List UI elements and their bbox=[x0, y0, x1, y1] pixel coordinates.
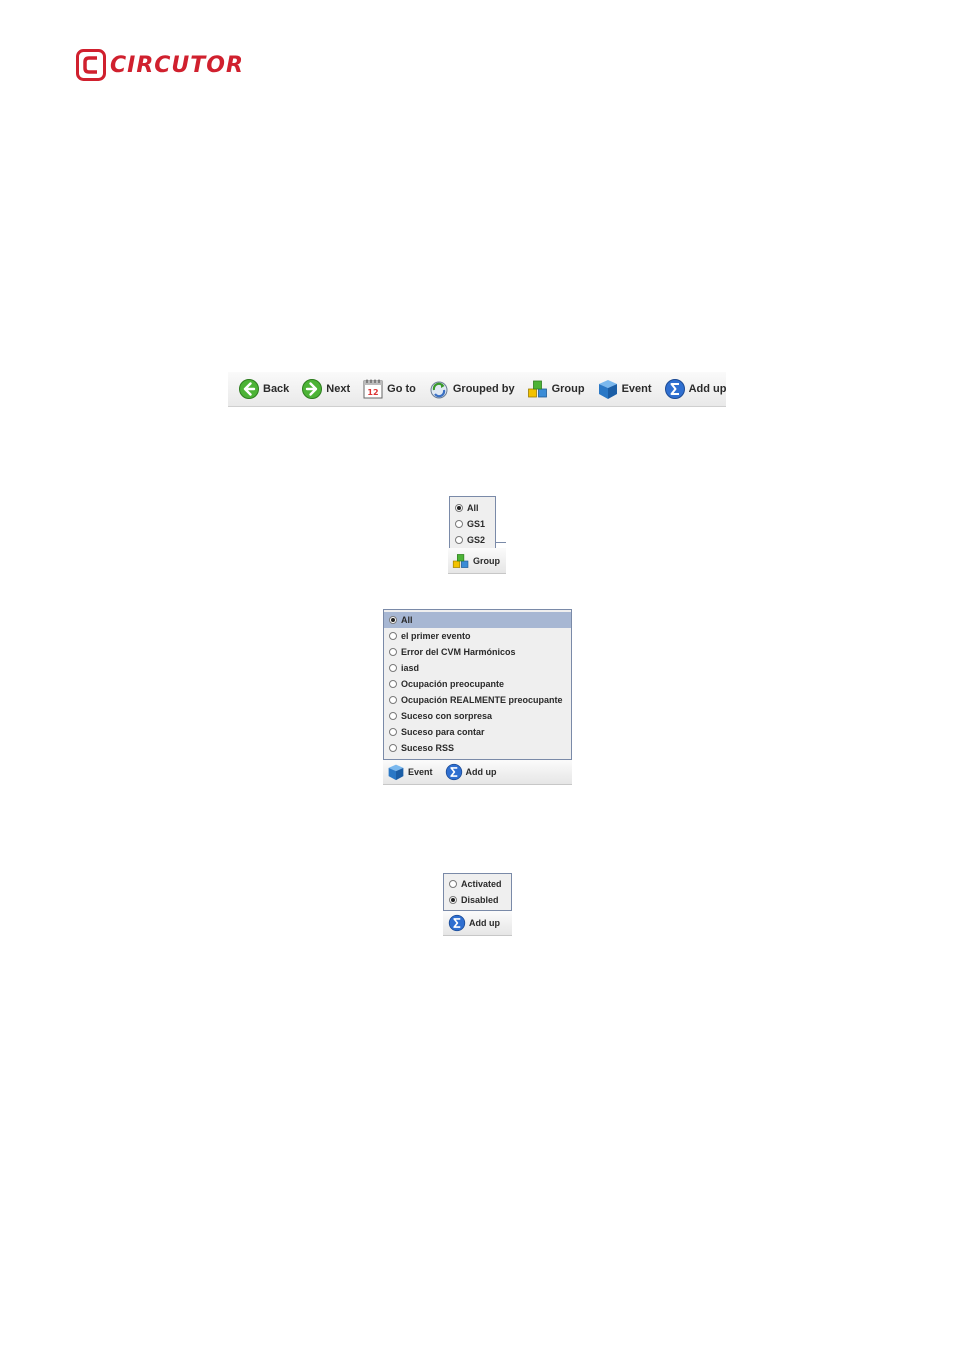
option-label: All bbox=[401, 615, 413, 625]
event-option[interactable]: Error del CVM Harmónicos bbox=[384, 644, 571, 660]
option-label: GS2 bbox=[467, 535, 486, 545]
radio-button[interactable] bbox=[389, 648, 397, 656]
option-label: Error del CVM Harmónicos bbox=[401, 647, 516, 657]
group-option-gs2[interactable]: GS2 bbox=[450, 532, 495, 548]
add-up-button[interactable]: Add up bbox=[664, 377, 727, 401]
option-label: GS1 bbox=[467, 519, 486, 529]
event-button-label: Event bbox=[408, 767, 433, 777]
radio-button[interactable] bbox=[389, 744, 397, 752]
radio-button[interactable] bbox=[389, 728, 397, 736]
back-button-label: Back bbox=[263, 383, 290, 395]
radio-button[interactable] bbox=[449, 896, 457, 904]
next-button-label: Next bbox=[326, 383, 351, 395]
event-toolbar: Event Add up bbox=[383, 760, 572, 785]
grouped-by-button[interactable]: Grouped by bbox=[428, 377, 515, 401]
cube-icon bbox=[388, 764, 404, 781]
group-options-menu: All GS1 GS2 bbox=[449, 496, 496, 549]
event-option[interactable]: Ocupación preocupante bbox=[384, 676, 571, 692]
group-button[interactable]: Group bbox=[452, 552, 500, 570]
event-option[interactable]: Suceso con sorpresa bbox=[384, 708, 571, 724]
add-up-button-label: Add up bbox=[469, 918, 500, 928]
radio-button[interactable] bbox=[389, 696, 397, 704]
circutor-logo: CIRCUTOR bbox=[76, 48, 244, 82]
option-label: Activated bbox=[461, 879, 502, 889]
radio-button[interactable] bbox=[455, 536, 463, 544]
event-button[interactable]: Event bbox=[597, 377, 652, 401]
event-option[interactable]: el primer evento bbox=[384, 628, 571, 644]
refresh-icon bbox=[430, 381, 448, 399]
calendar-icon: 12 bbox=[363, 379, 383, 399]
event-popup: All el primer evento Error del CVM Harmó… bbox=[383, 609, 573, 786]
sigma-icon bbox=[664, 379, 685, 399]
option-label: Ocupación preocupante bbox=[401, 679, 505, 689]
goto-button[interactable]: 12 Go to bbox=[362, 377, 416, 401]
add-up-button[interactable]: Add up bbox=[448, 914, 500, 932]
add-up-toolbar: Add up bbox=[443, 911, 512, 936]
option-label: Suceso para contar bbox=[401, 727, 485, 737]
group-toolbar: Group bbox=[448, 548, 506, 574]
back-arrow-icon bbox=[239, 379, 259, 399]
back-button[interactable]: Back bbox=[238, 377, 289, 401]
option-label: el primer evento bbox=[401, 631, 471, 641]
group-button[interactable]: Group bbox=[527, 377, 585, 401]
next-arrow-icon bbox=[302, 379, 323, 399]
radio-button[interactable] bbox=[455, 504, 463, 512]
option-label: Suceso con sorpresa bbox=[401, 711, 493, 721]
cube-icon bbox=[598, 380, 617, 399]
event-button-label: Event bbox=[621, 383, 652, 395]
option-label: All bbox=[467, 503, 479, 513]
option-label: Disabled bbox=[461, 895, 499, 905]
event-option[interactable]: Suceso para contar bbox=[384, 724, 571, 740]
group-button-label: Group bbox=[551, 383, 585, 395]
cubes-icon bbox=[527, 380, 547, 398]
radio-button[interactable] bbox=[455, 520, 463, 528]
radio-button[interactable] bbox=[389, 680, 397, 688]
goto-button-label: Go to bbox=[387, 383, 416, 395]
group-button-label: Group bbox=[473, 555, 500, 566]
add-up-button-label: Add up bbox=[465, 767, 497, 777]
sigma-icon bbox=[448, 914, 466, 932]
radio-button[interactable] bbox=[389, 632, 397, 640]
event-option[interactable]: Ocupación REALMENTE preocupante bbox=[384, 692, 571, 708]
event-option[interactable]: Suceso RSS bbox=[384, 740, 571, 756]
add-up-options-menu: Activated Disabled bbox=[443, 873, 512, 911]
menu-divider bbox=[496, 542, 506, 543]
group-popup: All GS1 GS2 Group bbox=[448, 496, 508, 576]
event-button[interactable]: Event bbox=[387, 763, 433, 781]
option-label: Suceso RSS bbox=[401, 743, 455, 753]
add-up-popup: Activated Disabled Add up bbox=[443, 873, 513, 937]
add-up-option-disabled[interactable]: Disabled bbox=[444, 892, 511, 908]
group-option-all[interactable]: All bbox=[450, 500, 495, 516]
navigation-toolbar: Back Next 12 Go to Grouped by Group Even… bbox=[228, 372, 726, 407]
grouped-by-button-label: Grouped by bbox=[452, 383, 515, 395]
next-button[interactable]: Next bbox=[301, 377, 350, 401]
add-up-button[interactable]: Add up bbox=[445, 763, 497, 781]
option-label: Ocupación REALMENTE preocupante bbox=[401, 695, 563, 705]
sigma-icon bbox=[445, 763, 462, 781]
group-option-gs1[interactable]: GS1 bbox=[450, 516, 495, 532]
event-options-menu: All el primer evento Error del CVM Harmó… bbox=[383, 609, 572, 760]
circutor-logo-icon bbox=[76, 49, 106, 81]
event-option-all[interactable]: All bbox=[384, 612, 571, 628]
brand-name: CIRCUTOR bbox=[110, 52, 244, 78]
calendar-day: 12 bbox=[368, 388, 379, 397]
radio-button[interactable] bbox=[389, 664, 397, 672]
cubes-icon bbox=[452, 553, 469, 568]
radio-button[interactable] bbox=[389, 712, 397, 720]
radio-button[interactable] bbox=[449, 880, 457, 888]
option-label: iasd bbox=[401, 663, 420, 673]
event-option[interactable]: iasd bbox=[384, 660, 571, 676]
radio-button[interactable] bbox=[389, 616, 397, 624]
add-up-button-label: Add up bbox=[688, 383, 727, 395]
add-up-option-activated[interactable]: Activated bbox=[444, 876, 511, 892]
